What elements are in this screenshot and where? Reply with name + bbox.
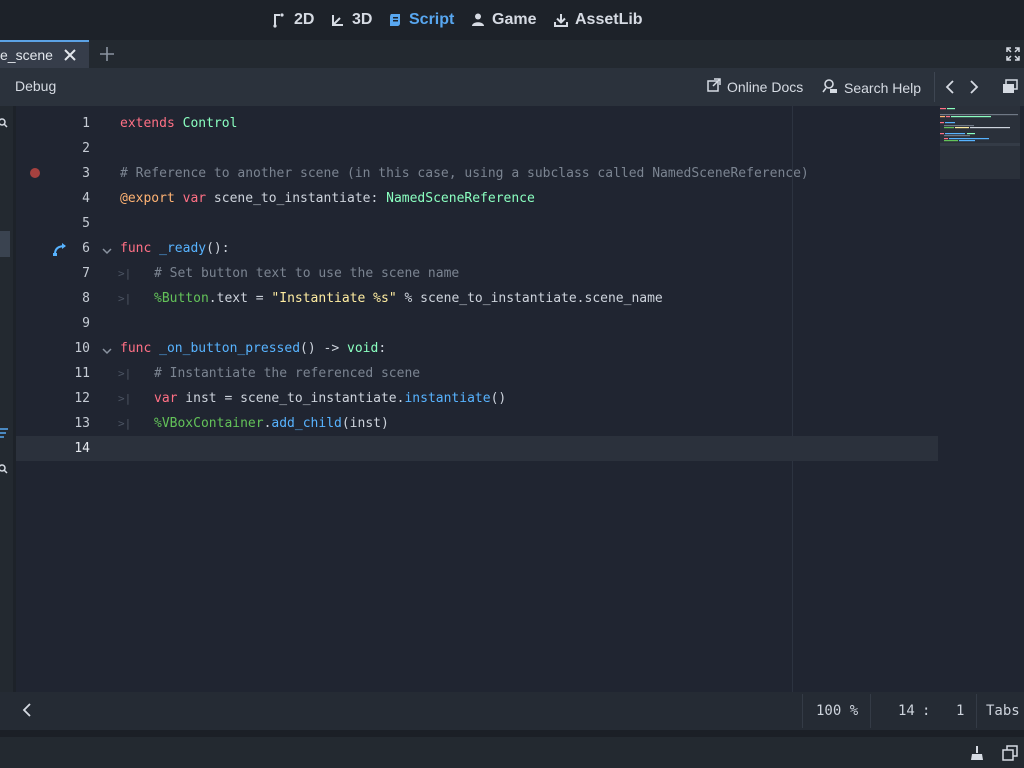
line-number: 1 — [82, 116, 90, 131]
cursor-column: 1 — [956, 703, 965, 719]
indent-mode[interactable]: Tabs — [986, 703, 1020, 719]
line-number: 10 — [74, 341, 90, 356]
line-number: 11 — [74, 366, 90, 381]
zoom-level[interactable]: 100 % — [816, 703, 858, 719]
fold-chevron-icon[interactable] — [102, 343, 112, 355]
workspace-assetlib-button[interactable]: AssetLib — [553, 6, 643, 34]
code-text: func _ready(): — [120, 241, 230, 256]
status-divider — [802, 694, 803, 728]
search-icon[interactable] — [0, 462, 8, 480]
cursor-line: 14 — [898, 703, 915, 719]
tab-indent-marker: >| — [118, 417, 132, 430]
chevron-left-icon[interactable] — [22, 703, 32, 722]
workspace-game-label: Game — [492, 11, 537, 28]
bottom-panel-bar — [0, 737, 1024, 768]
line-number: 9 — [82, 316, 90, 331]
code-comment: # Instantiate the referenced scene — [154, 366, 421, 381]
tab-indent-marker: >| — [118, 367, 132, 380]
line-number: 3 — [82, 166, 90, 181]
line-number: 2 — [82, 141, 90, 156]
workspace-assetlib-label: AssetLib — [575, 11, 643, 28]
workspace-script-button[interactable]: Script — [387, 6, 454, 34]
status-divider — [870, 694, 871, 728]
breakpoint-marker[interactable] — [30, 168, 40, 178]
workspace-2d-button[interactable]: 2D — [272, 6, 314, 34]
3d-icon — [330, 12, 346, 28]
tab-indent-marker: >| — [118, 267, 132, 280]
line-number: 4 — [82, 191, 90, 206]
code-text: %VBoxContainer.add_child(inst) — [154, 416, 389, 431]
line-length-guideline — [792, 106, 793, 692]
assetlib-icon — [553, 12, 569, 28]
line-number: 12 — [74, 391, 90, 406]
fold-chevron-icon[interactable] — [102, 243, 112, 255]
debug-menu[interactable]: Debug — [15, 78, 56, 94]
script-tab-label: e_scene — [0, 47, 53, 63]
workspace-script-label: Script — [409, 11, 455, 28]
workspace-3d-label: 3D — [352, 11, 373, 28]
code-comment: # Reference to another scene (in this ca… — [120, 166, 809, 181]
line-number: 6 — [82, 241, 90, 256]
debug-menu-label: Debug — [15, 78, 57, 94]
line-number: 14 — [74, 441, 90, 456]
code-comment: # Set button text to use the scene name — [154, 266, 460, 281]
copy-icon[interactable] — [1002, 745, 1018, 766]
broom-icon[interactable] — [970, 745, 984, 766]
filter-icon[interactable] — [0, 426, 8, 444]
code-text: func _on_button_pressed() -> void: — [120, 341, 387, 356]
float-window-icon[interactable] — [1002, 79, 1018, 100]
current-line-highlight — [16, 436, 938, 461]
script-list-panel-edge — [0, 106, 13, 726]
search-icon[interactable] — [0, 116, 8, 134]
code-text: %Button.text = "Instantiate %s" % scene_… — [154, 291, 663, 306]
chevron-right-icon[interactable] — [968, 80, 980, 99]
cursor-separator: : — [922, 703, 931, 719]
fullscreen-icon[interactable] — [1005, 46, 1021, 62]
code-text: var inst = scene_to_instantiate.instanti… — [154, 391, 507, 406]
add-tab-icon[interactable] — [98, 45, 116, 63]
tab-indent-marker: >| — [118, 292, 132, 305]
line-number: 8 — [82, 291, 90, 306]
search-help-button[interactable]: Search Help — [822, 78, 921, 97]
online-docs-button[interactable]: Online Docs — [707, 78, 803, 95]
script-list-selected-item[interactable] — [0, 231, 10, 257]
script-tab-bar: e_scene — [0, 40, 1024, 68]
script-tab[interactable]: e_scene — [0, 40, 89, 68]
script-icon — [387, 12, 403, 28]
2d-icon — [272, 12, 288, 28]
search-help-label: Search Help — [844, 79, 922, 96]
search-help-icon — [822, 78, 838, 97]
chevron-left-icon[interactable] — [944, 80, 956, 99]
line-number: 13 — [74, 416, 90, 431]
code-minimap[interactable] — [940, 106, 1020, 179]
close-icon[interactable] — [63, 48, 77, 62]
game-icon — [470, 12, 486, 28]
external-link-icon — [707, 78, 721, 95]
workspace-3d-button[interactable]: 3D — [330, 6, 372, 34]
line-number: 5 — [82, 216, 90, 231]
status-divider — [976, 694, 977, 728]
tab-indent-marker: >| — [118, 392, 132, 405]
code-text: extends Control — [120, 116, 238, 131]
toolbar-divider — [934, 72, 935, 102]
online-docs-label: Online Docs — [727, 78, 804, 95]
code-text: @export var scene_to_instantiate: NamedS… — [120, 191, 535, 206]
workspace-game-button[interactable]: Game — [470, 6, 536, 34]
workspace-2d-label: 2D — [294, 11, 315, 28]
line-number: 7 — [82, 266, 90, 281]
